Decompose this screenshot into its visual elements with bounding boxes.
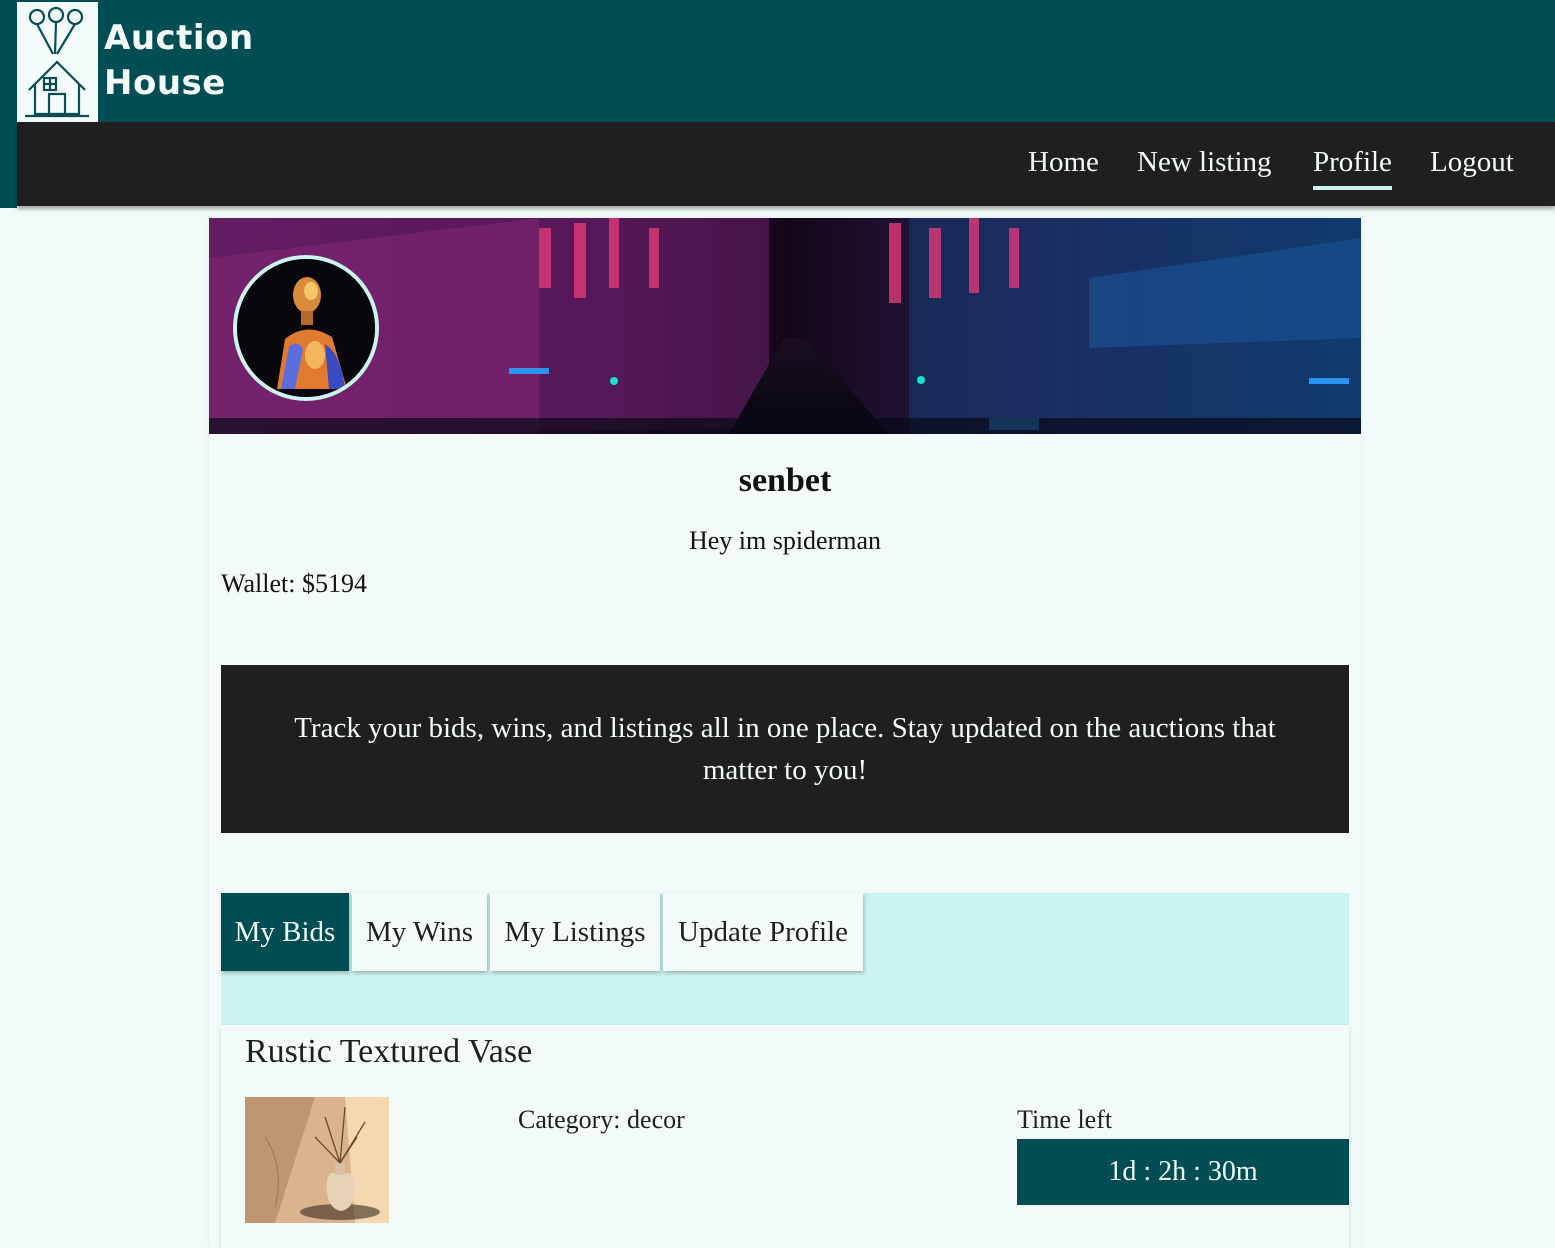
logo-line-1: Auction xyxy=(104,18,254,58)
vase-image xyxy=(245,1097,389,1223)
category-value: decor xyxy=(627,1105,685,1134)
tab-update-profile[interactable]: Update Profile xyxy=(663,893,863,971)
logo-text[interactable]: Auction House xyxy=(104,16,254,106)
profile-card: senbet Hey im spiderman Wallet: $5194 Tr… xyxy=(209,218,1361,1248)
logo-line-2: House xyxy=(104,63,226,103)
wallet-label: Wallet: xyxy=(221,569,296,598)
avatar-image xyxy=(237,259,375,397)
promo-banner: Track your bids, wins, and listings all … xyxy=(221,665,1349,833)
banner-image xyxy=(209,218,1361,434)
listing-title[interactable]: Rustic Textured Vase xyxy=(245,1033,532,1071)
nav-new-listing-link[interactable]: New listing xyxy=(1137,144,1272,180)
header-bar: Auction House xyxy=(0,0,1555,122)
logo[interactable] xyxy=(17,2,98,122)
tab-my-listings[interactable]: My Listings xyxy=(490,893,660,971)
nav-home-link[interactable]: Home xyxy=(1028,144,1099,180)
tab-my-wins[interactable]: My Wins xyxy=(352,893,487,971)
profile-bio: Hey im spiderman xyxy=(688,526,882,555)
category-label: Category: xyxy=(518,1105,621,1134)
wallet-balance: Wallet: $5194 xyxy=(221,569,367,599)
listing-image[interactable] xyxy=(245,1097,389,1223)
listing-card[interactable]: Rustic Textured Vase Category: decor Tim… xyxy=(221,1025,1349,1248)
username: senbet xyxy=(738,462,832,499)
wallet-amount: $5194 xyxy=(301,569,367,598)
listing-category: Category: decor xyxy=(518,1105,685,1135)
time-left-countdown: 1d : 2h : 30m xyxy=(1017,1139,1349,1205)
main-nav: Home New listing Profile Logout xyxy=(17,122,1555,206)
profile-banner xyxy=(209,218,1361,434)
tab-my-bids[interactable]: My Bids xyxy=(221,893,349,971)
profile-tabs: My Bids My Wins My Listings Update Profi… xyxy=(221,893,1349,1025)
balloon-house-icon xyxy=(25,6,89,118)
header-strip xyxy=(0,122,17,208)
avatar[interactable] xyxy=(233,255,379,401)
promo-text: Track your bids, wins, and listings all … xyxy=(294,712,1276,786)
nav-logout-link[interactable]: Logout xyxy=(1430,144,1514,180)
time-left-label: Time left xyxy=(1017,1105,1113,1134)
nav-profile-link[interactable]: Profile xyxy=(1313,144,1392,190)
